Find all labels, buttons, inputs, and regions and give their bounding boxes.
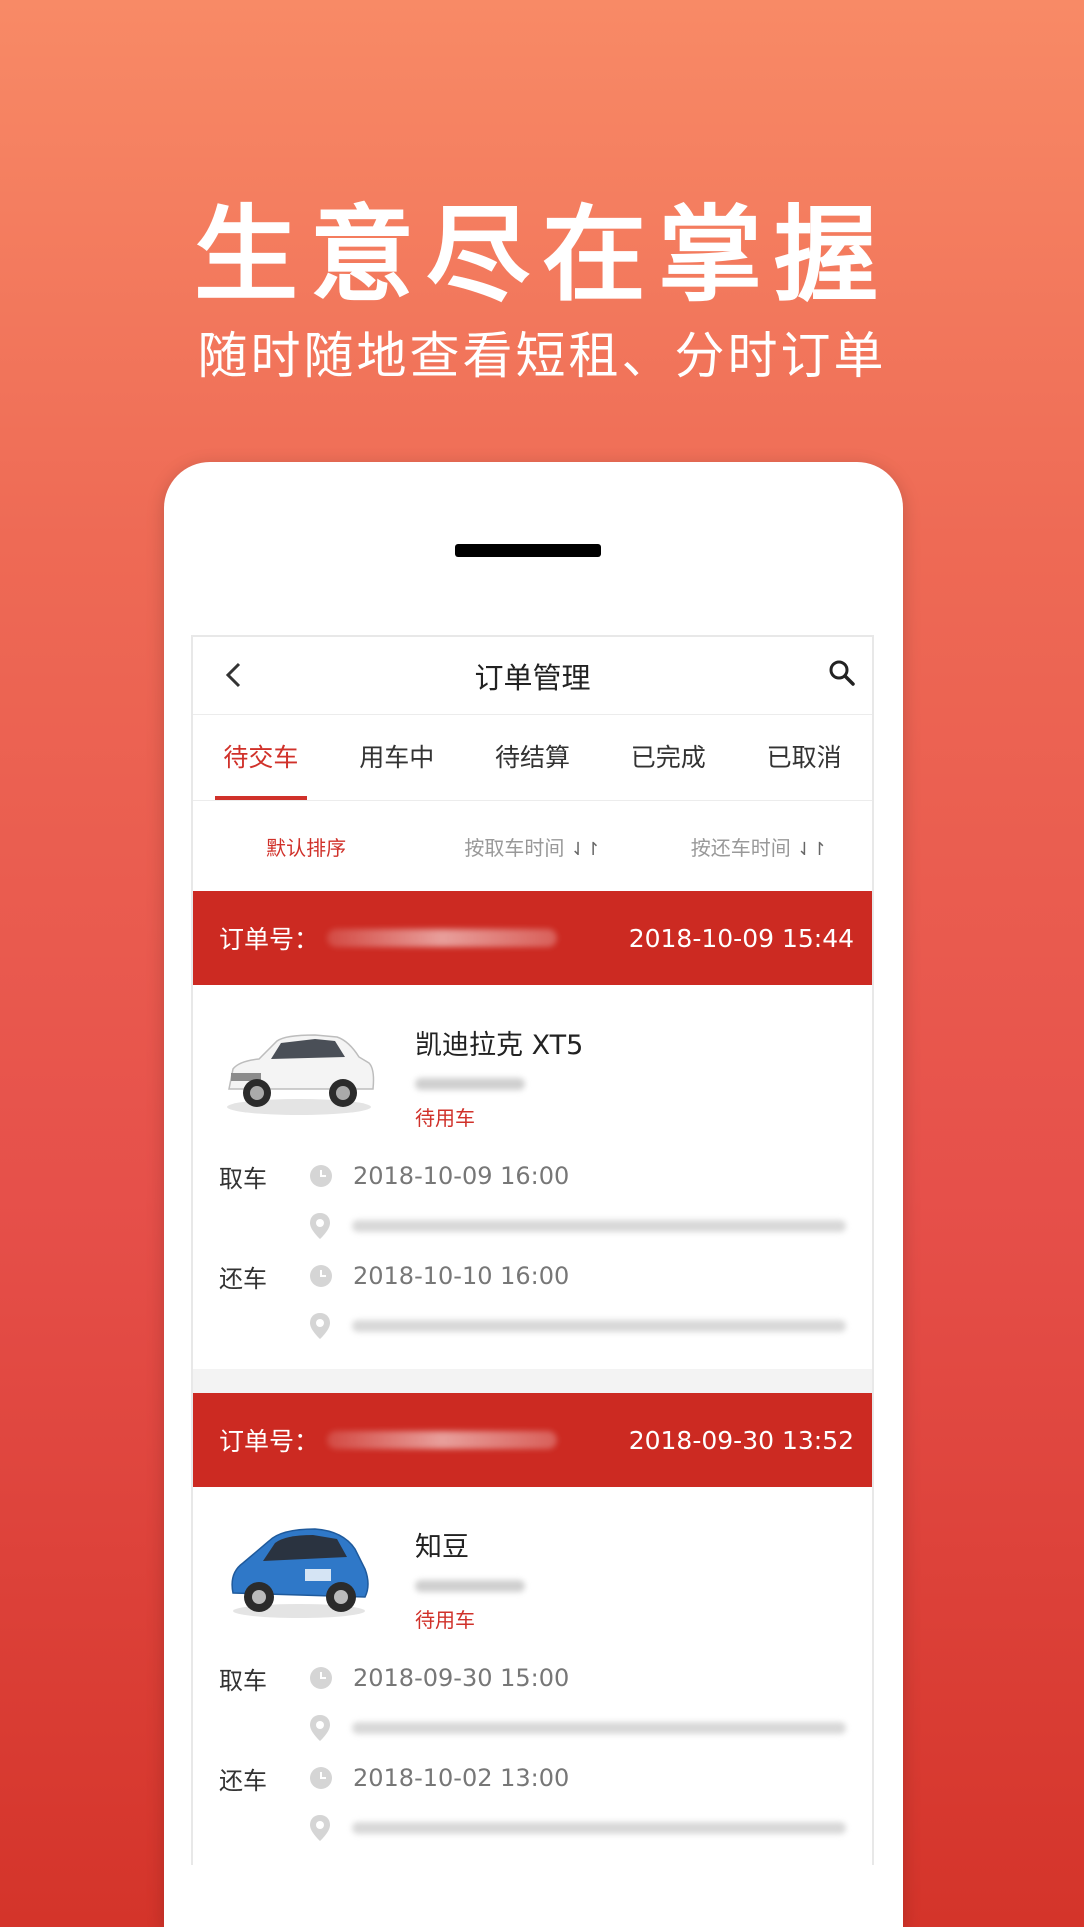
location-pin-icon (308, 1714, 352, 1742)
car-info: 知豆 待用车 (415, 1513, 525, 1653)
location-pin-icon (308, 1312, 352, 1340)
sort-arrows-icon: ⇃↾ (796, 838, 827, 860)
order-number-redacted (327, 1431, 558, 1449)
car-row: 凯迪拉克 XT5 待用车 (219, 1011, 846, 1151)
tab-pending-settlement[interactable]: 待结算 (465, 715, 601, 800)
return-address-redacted (351, 1320, 846, 1332)
page-title: 订单管理 (474, 660, 591, 695)
car-info: 凯迪拉克 XT5 待用车 (415, 1011, 583, 1151)
headline: 生意尽在掌握 (193, 194, 890, 316)
order-time: 2018-09-30 13:52 (628, 1425, 854, 1455)
car-row: 知豆 待用车 (219, 1513, 846, 1653)
pickup-label: 取车 (219, 1666, 267, 1695)
pickup-address-redacted (351, 1220, 846, 1232)
return-label: 还车 (219, 1264, 267, 1293)
return-time: 2018-10-10 16:00 (353, 1262, 570, 1290)
order-card[interactable]: 订单号： 2018-10-09 15:44 凯迪拉克 XT5 待用车 取车 20… (193, 891, 872, 1369)
sort-bar: 默认排序 按取车时间 ⇃↾ 按还车时间 ⇃↾ (193, 801, 872, 891)
plate-number-redacted (415, 1580, 525, 1592)
tab-completed[interactable]: 已完成 (600, 715, 736, 800)
return-location-row (219, 1301, 846, 1351)
car-name: 凯迪拉克 XT5 (415, 1030, 584, 1061)
pickup-label: 取车 (219, 1164, 267, 1193)
clock-icon (309, 1766, 353, 1790)
pickup-time-row: 取车 2018-09-30 15:00 (219, 1653, 846, 1703)
subheadline: 随时随地查看短租、分时订单 (197, 327, 887, 385)
sort-arrows-icon: ⇃↾ (570, 838, 601, 860)
return-time: 2018-10-02 13:00 (353, 1764, 570, 1792)
order-number-label: 订单号： (219, 925, 320, 954)
order-header: 订单号： 2018-09-30 13:52 (193, 1393, 872, 1487)
clock-icon (309, 1164, 353, 1188)
car-status: 待用车 (415, 1106, 475, 1130)
return-address-redacted (351, 1822, 846, 1834)
plate-number-redacted (415, 1078, 525, 1090)
app-screen: 订单管理 待交车 用车中 待结算 已完成 已取消 默认排序 按取车时间 ⇃↾ 按… (191, 635, 874, 1865)
status-tabs: 待交车 用车中 待结算 已完成 已取消 (193, 715, 872, 801)
top-bar: 订单管理 (193, 637, 872, 715)
tab-pending-delivery[interactable]: 待交车 (193, 715, 329, 800)
tab-cancelled[interactable]: 已取消 (736, 715, 872, 800)
location-pin-icon (308, 1212, 352, 1240)
sort-default[interactable]: 默认排序 (193, 832, 419, 861)
car-name: 知豆 (415, 1532, 469, 1563)
phone-speaker (455, 544, 601, 557)
return-time-row: 还车 2018-10-02 13:00 (219, 1753, 846, 1803)
chevron-left-icon (225, 662, 241, 688)
order-number: 订单号： (219, 1422, 558, 1458)
pickup-time-row: 取车 2018-10-09 16:00 (219, 1151, 846, 1201)
order-body: 凯迪拉克 XT5 待用车 取车 2018-10-09 16:00 还车 2018… (193, 985, 872, 1369)
order-number: 订单号： (219, 920, 558, 956)
order-time: 2018-10-09 15:44 (628, 923, 854, 953)
sort-by-pickup[interactable]: 按取车时间 ⇃↾ (419, 832, 645, 861)
sort-by-return[interactable]: 按还车时间 ⇃↾ (646, 832, 872, 861)
order-card[interactable]: 订单号： 2018-09-30 13:52 知豆 待用车 取车 2018-09-… (193, 1393, 872, 1865)
sort-pickup-label: 按取车时间 (464, 835, 565, 860)
pickup-location-row (219, 1201, 846, 1251)
order-number-label: 订单号： (219, 1427, 320, 1456)
location-pin-icon (308, 1814, 352, 1842)
clock-icon (309, 1264, 353, 1288)
pickup-location-row (219, 1703, 846, 1753)
pickup-time: 2018-10-09 16:00 (353, 1162, 570, 1190)
back-button[interactable] (215, 657, 251, 693)
clock-icon (309, 1666, 353, 1690)
return-label: 还车 (219, 1766, 267, 1795)
order-header: 订单号： 2018-10-09 15:44 (193, 891, 872, 985)
car-suv-image (227, 1034, 375, 1115)
order-number-redacted (327, 929, 558, 947)
car-compact-image (231, 1528, 369, 1618)
return-time-row: 还车 2018-10-10 16:00 (219, 1251, 846, 1301)
phone-frame: 订单管理 待交车 用车中 待结算 已完成 已取消 默认排序 按取车时间 ⇃↾ 按… (164, 462, 903, 1927)
sort-return-label: 按还车时间 (690, 835, 791, 860)
car-status: 待用车 (415, 1608, 475, 1632)
sort-default-label: 默认排序 (266, 835, 347, 860)
search-icon (829, 660, 855, 686)
card-divider (193, 1369, 872, 1393)
pickup-address-redacted (351, 1722, 846, 1734)
return-location-row (219, 1803, 846, 1853)
tab-in-use[interactable]: 用车中 (329, 715, 465, 800)
pickup-time: 2018-09-30 15:00 (353, 1664, 570, 1692)
search-button[interactable] (822, 653, 862, 693)
order-body: 知豆 待用车 取车 2018-09-30 15:00 还车 2018-10-02… (193, 1487, 872, 1865)
